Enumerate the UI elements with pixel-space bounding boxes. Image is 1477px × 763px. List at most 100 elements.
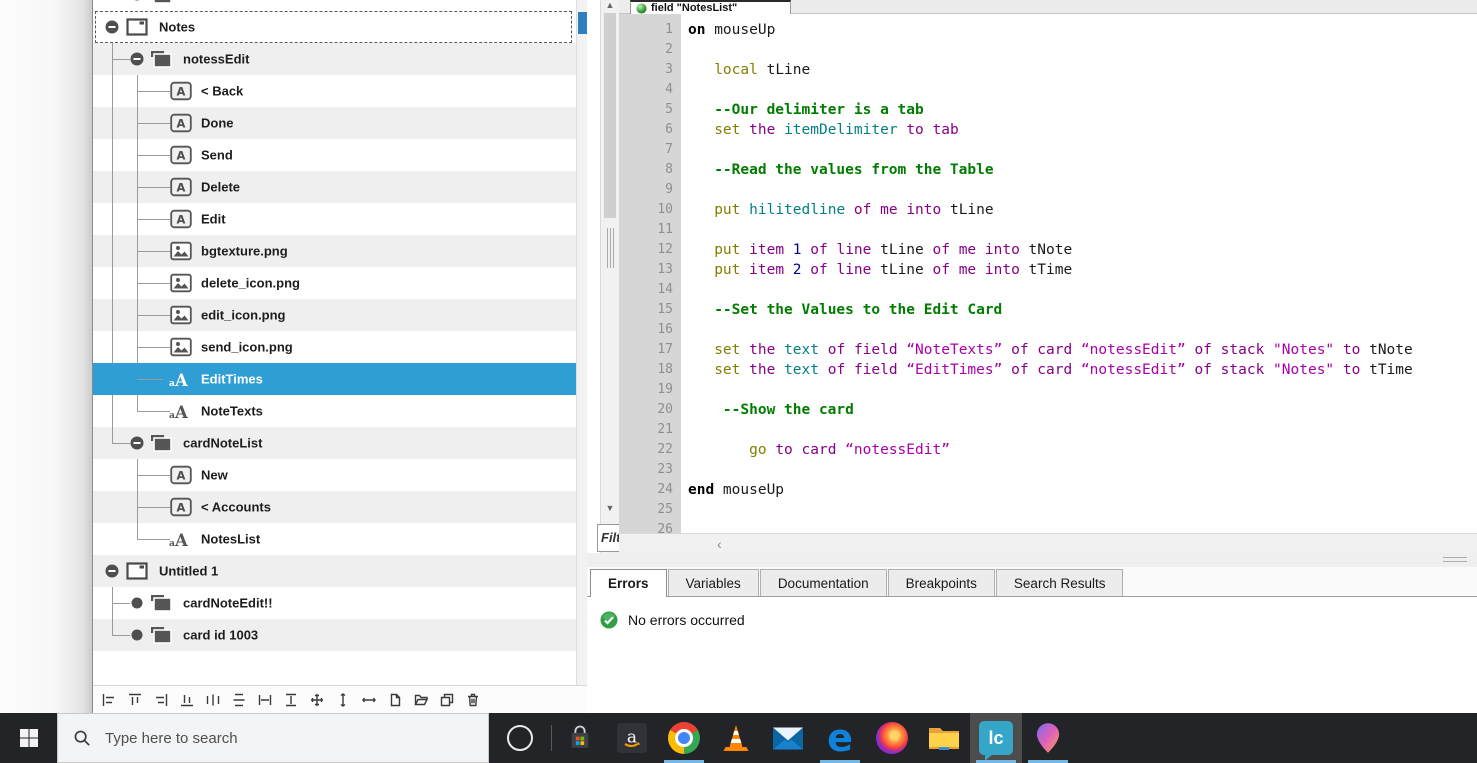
tree-item-notes[interactable]: Notes — [93, 11, 576, 43]
tree-item-cardnoteedit[interactable]: cardNoteEdit — [93, 0, 576, 11]
tree-connector — [112, 443, 130, 444]
taskbar-app-maps-pin[interactable] — [1022, 713, 1074, 763]
align-top-icon[interactable] — [127, 692, 143, 708]
tree-item-notessedit[interactable]: notessEdit — [93, 43, 576, 75]
taskbar-app-file-explorer[interactable] — [918, 713, 970, 763]
tree-expander-icon[interactable] — [131, 597, 143, 609]
new-object-icon[interactable] — [387, 692, 403, 708]
button-icon: A — [170, 145, 192, 165]
code-token: card — [1037, 362, 1073, 378]
tree-item-label: Edit — [201, 211, 226, 227]
taskbar-app-edge[interactable]: e — [814, 713, 866, 763]
taskbar-app-livecode[interactable]: lc — [970, 713, 1022, 763]
delete-icon[interactable] — [465, 692, 481, 708]
set-height-icon[interactable] — [335, 692, 351, 708]
line-number: 3 — [665, 62, 673, 77]
taskbar-app-amazon[interactable]: a — [606, 713, 658, 763]
code-area[interactable]: 1 2 3 4 5 6 7 8 9 10 11 12 13 14 15 16 17 18 19 20 21 22 23 24 2… — [619, 14, 1477, 533]
code-line: --Set the Values to the Edit Card — [688, 300, 1002, 320]
line-number: 2 — [665, 42, 673, 57]
equalize-height-icon[interactable] — [283, 692, 299, 708]
tab-search-results[interactable]: Search Results — [995, 569, 1124, 596]
code-token: field — [853, 362, 898, 378]
divider-grip-icon[interactable] — [1443, 557, 1467, 563]
clone-icon[interactable] — [439, 692, 455, 708]
code-token: to — [775, 442, 793, 458]
handler-filter-input[interactable]: Filt — [597, 524, 621, 552]
code-token: mouseUp — [705, 22, 776, 38]
tree-item-untitled-1[interactable]: Untitled 1 — [93, 555, 576, 587]
code-token: tNote — [1360, 342, 1413, 358]
pane-divider[interactable] — [587, 553, 1477, 567]
code-line: on mouseUp — [688, 20, 775, 40]
equalize-width-icon[interactable] — [257, 692, 273, 708]
taskbar-app-mail[interactable] — [762, 713, 814, 763]
editor-horizontal-scrollbar[interactable]: ‹ — [619, 533, 1477, 553]
tree-connector — [137, 395, 138, 411]
tree-item-card-id-1003[interactable]: card id 1003 — [93, 619, 576, 651]
tree-expander-icon[interactable] — [131, 629, 143, 641]
scroll-down-icon[interactable]: ▼ — [604, 503, 616, 513]
distribute-horizontal-icon[interactable] — [205, 692, 221, 708]
cortana-button[interactable] — [489, 713, 551, 763]
editor-tab-notesList[interactable]: field "NotesList" — [630, 0, 791, 14]
tab-breakpoints[interactable]: Breakpoints — [887, 569, 995, 596]
tree-connector — [137, 315, 170, 316]
scrollbar-thumb[interactable] — [604, 13, 616, 218]
scroll-up-icon[interactable]: ▲ — [604, 0, 616, 10]
tree-expander-icon[interactable] — [130, 52, 144, 66]
tree-expander-icon[interactable] — [105, 564, 119, 578]
tab-errors[interactable]: Errors — [590, 569, 667, 597]
distribute-vertical-icon[interactable] — [231, 692, 247, 708]
tree-expander-icon[interactable] — [131, 0, 143, 1]
center-icon[interactable] — [309, 692, 325, 708]
microsoft-store-icon — [571, 725, 589, 748]
align-bottom-icon[interactable] — [179, 692, 195, 708]
code-token: card — [1037, 342, 1073, 358]
tab-variables[interactable]: Variables — [667, 569, 759, 596]
taskbar-app-firefox[interactable] — [866, 713, 918, 763]
align-right-icon[interactable] — [153, 692, 169, 708]
open-icon[interactable] — [413, 692, 429, 708]
code-token: 2 — [792, 262, 802, 278]
tree-connector — [112, 331, 113, 363]
tab-documentation[interactable]: Documentation — [759, 569, 887, 596]
tree-expander-icon[interactable] — [130, 436, 144, 450]
taskbar-app-chrome[interactable] — [658, 713, 710, 763]
set-width-icon[interactable] — [361, 692, 377, 708]
code-token: local — [714, 62, 758, 78]
scrollbar-thumb[interactable] — [578, 12, 587, 34]
button-icon: A — [170, 177, 192, 197]
errors-pane: No errors occurred — [587, 597, 1477, 713]
code-token: the — [749, 362, 776, 378]
edge-icon: e — [827, 716, 853, 760]
splitter-grip[interactable] — [607, 228, 615, 268]
taskbar-app-microsoft-store[interactable] — [554, 713, 606, 763]
editor-vertical-scrollbar[interactable]: ▲ ▼ — [600, 0, 619, 553]
tree-connector — [112, 171, 113, 203]
align-left-icon[interactable] — [101, 692, 117, 708]
tree-expander-icon[interactable] — [105, 20, 119, 34]
start-button[interactable] — [0, 713, 57, 763]
code-line: --Read the values from the Table — [688, 160, 993, 180]
code-token: on — [688, 22, 706, 38]
code-line: put hilitedline of me into tLine — [688, 200, 993, 220]
tree-item-edittimes[interactable]: a A EditTimes — [93, 363, 576, 395]
scroll-left-icon[interactable]: ‹ — [717, 535, 722, 553]
taskbar-app-vlc[interactable] — [710, 713, 762, 763]
tree-connector — [112, 635, 130, 636]
code-token: text — [784, 342, 819, 358]
tree-item-cardnotelist[interactable]: cardNoteList — [93, 427, 576, 459]
taskbar-separator — [551, 725, 552, 751]
taskbar-search-input[interactable]: Type here to search — [57, 713, 489, 763]
tree-item-cardnoteedit-[interactable]: cardNoteEdit!! — [93, 587, 576, 619]
code-line: set the itemDelimiter to tab — [688, 120, 959, 140]
